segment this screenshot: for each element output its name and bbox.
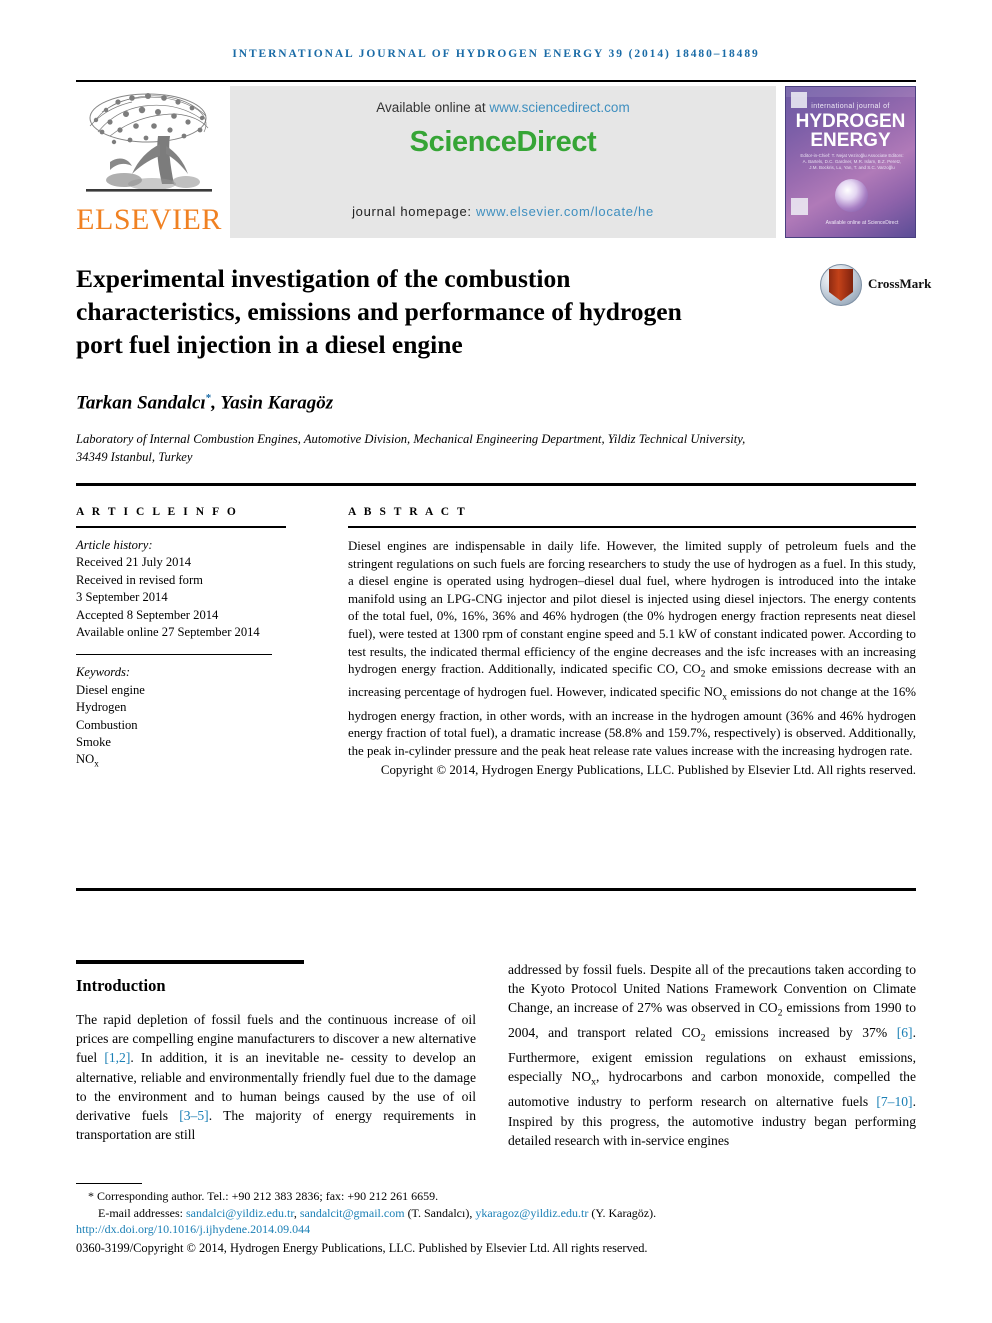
abstract-copyright: Copyright © 2014, Hydrogen Energy Public… — [380, 763, 916, 778]
citation-ref[interactable]: [7–10] — [876, 1094, 912, 1109]
introduction-rule — [76, 960, 304, 964]
abstract-body: Diesel engines are indispensable in dail… — [348, 539, 917, 758]
cover-title-line-2: ENERGY — [810, 130, 891, 151]
doi-link[interactable]: http://dx.doi.org/10.1016/j.ijhydene.201… — [76, 1221, 916, 1238]
author-1: Tarkan Sandalcı — [76, 392, 206, 414]
author-list: Tarkan Sandalcı*, Yasin Karagöz — [76, 392, 333, 414]
journal-masthead: ELSEVIER Available online at www.science… — [76, 86, 916, 238]
available-online-line: Available online at www.sciencedirect.co… — [230, 100, 776, 115]
email-link-2[interactable]: sandalcit@gmail.com — [300, 1206, 405, 1220]
article-history-item: 3 September 2014 — [76, 590, 168, 605]
introduction-left-column: Introduction The rapid depletion of foss… — [76, 960, 476, 1144]
issn-copyright-line: 0360-3199/Copyright © 2014, Hydrogen Ene… — [76, 1240, 648, 1255]
page-title: Experimental investigation of the combus… — [76, 264, 682, 359]
corresponding-author-asterisk: * — [88, 1189, 94, 1203]
article-history-item: Available online 27 September 2014 — [76, 625, 260, 640]
corresponding-author-note: * Corresponding author. Tel.: +90 212 38… — [76, 1188, 916, 1205]
nox-subscript: x — [94, 758, 99, 769]
citation-ref[interactable]: [1,2] — [104, 1050, 130, 1065]
affiliation: Laboratory of Internal Combustion Engine… — [76, 432, 746, 464]
email-owner-2: (Y. Karagöz). — [591, 1205, 657, 1220]
author-2: , Yasin Karagöz — [211, 392, 334, 414]
cover-society-mark-icon — [791, 198, 808, 215]
running-head: INTERNATIONAL JOURNAL OF HYDROGEN ENERGY… — [232, 48, 760, 60]
keywords-block: Keywords: Diesel engine Hydrogen Combust… — [76, 664, 286, 773]
crossmark-badge[interactable]: CrossMark — [820, 262, 932, 314]
introduction-heading: Introduction — [76, 976, 166, 995]
sciencedirect-band: Available online at www.sciencedirect.co… — [230, 86, 776, 238]
email-link-1[interactable]: sandalci@yildiz.edu.tr — [186, 1206, 294, 1220]
keyword-item: Hydrogen — [76, 700, 127, 715]
page-footer: * Corresponding author. Tel.: +90 212 38… — [76, 1188, 916, 1256]
header-rule — [76, 80, 916, 82]
elsevier-logo: ELSEVIER — [76, 86, 222, 238]
article-info-heading: A R T I C L E I N F O — [76, 506, 239, 518]
sciencedirect-logo[interactable]: ScienceDirect — [230, 126, 776, 159]
article-info-divider — [76, 526, 286, 528]
keywords-label: Keywords: — [76, 665, 131, 680]
elsevier-tree-icon — [86, 93, 212, 192]
citation-ref[interactable]: [6] — [897, 1025, 913, 1040]
abstract-section-rule — [76, 483, 916, 486]
abstract-heading: A B S T R A C T — [348, 506, 468, 518]
article-history-label: Article history: — [76, 538, 153, 552]
email-owner-1: (T. Sandalcı), — [407, 1205, 473, 1220]
article-info-column: A R T I C L E I N F O Article history: R… — [76, 506, 286, 773]
email-addresses-label: E-mail addresses: — [98, 1205, 183, 1220]
keyword-item: Smoke — [76, 735, 111, 750]
article-history-item: Received in revised form — [76, 572, 203, 587]
keywords-divider — [76, 654, 272, 656]
article-history-item: Received 21 July 2014 — [76, 555, 192, 570]
cover-title-line-1: HYDROGEN — [795, 111, 906, 132]
email-link-3[interactable]: ykaragoz@yildiz.edu.tr — [475, 1206, 588, 1220]
introduction-paragraph-left: The rapid depletion of fossil fuels and … — [76, 1012, 476, 1143]
elsevier-wordmark: ELSEVIER — [76, 203, 222, 236]
crossmark-label: CrossMark — [868, 276, 932, 291]
abstract-divider — [348, 526, 916, 528]
keyword-item-nox: NOx — [76, 752, 99, 769]
introduction-paragraph-right: addressed by fossil fuels. Despite all o… — [508, 962, 916, 1148]
journal-homepage-label: journal homepage: — [352, 204, 476, 219]
journal-homepage-line: journal homepage: www.elsevier.com/locat… — [230, 204, 776, 219]
introduction-right-column: addressed by fossil fuels. Despite all o… — [508, 960, 916, 1150]
crossmark-book-shape — [829, 269, 853, 301]
cover-orb-graphic — [835, 179, 868, 212]
article-history-item: Accepted 8 September 2014 — [76, 607, 219, 622]
body-section-rule — [76, 888, 916, 891]
journal-cover-thumbnail: international journal of HYDROGEN ENERGY… — [785, 86, 916, 238]
corresponding-author-text: Corresponding author. Tel.: +90 212 383 … — [97, 1189, 439, 1203]
sciencedirect-link[interactable]: www.sciencedirect.com — [489, 100, 629, 115]
cover-subtitle: international journal of — [811, 103, 890, 110]
cover-footer: Available online at ScienceDirect — [825, 220, 899, 226]
article-history: Article history: Received 21 July 2014 R… — [76, 537, 286, 641]
available-online-text: Available online at — [376, 100, 490, 115]
abstract-column: A B S T R A C T Diesel engines are indis… — [348, 506, 916, 780]
footnote-rule — [76, 1183, 142, 1184]
keyword-item: Combustion — [76, 717, 138, 732]
paper-page: INTERNATIONAL JOURNAL OF HYDROGEN ENERGY… — [0, 0, 992, 1323]
cover-editors: Editor-in-Chief: T. Nejat Veziroğlu Asso… — [800, 153, 904, 170]
crossmark-icon — [820, 264, 862, 306]
journal-homepage-link[interactable]: www.elsevier.com/locate/he — [476, 204, 654, 219]
citation-ref[interactable]: [3–5] — [179, 1108, 208, 1123]
keyword-item: Diesel engine — [76, 682, 145, 697]
email-addresses-note: E-mail addresses: sandalci@yildiz.edu.tr… — [76, 1205, 916, 1222]
